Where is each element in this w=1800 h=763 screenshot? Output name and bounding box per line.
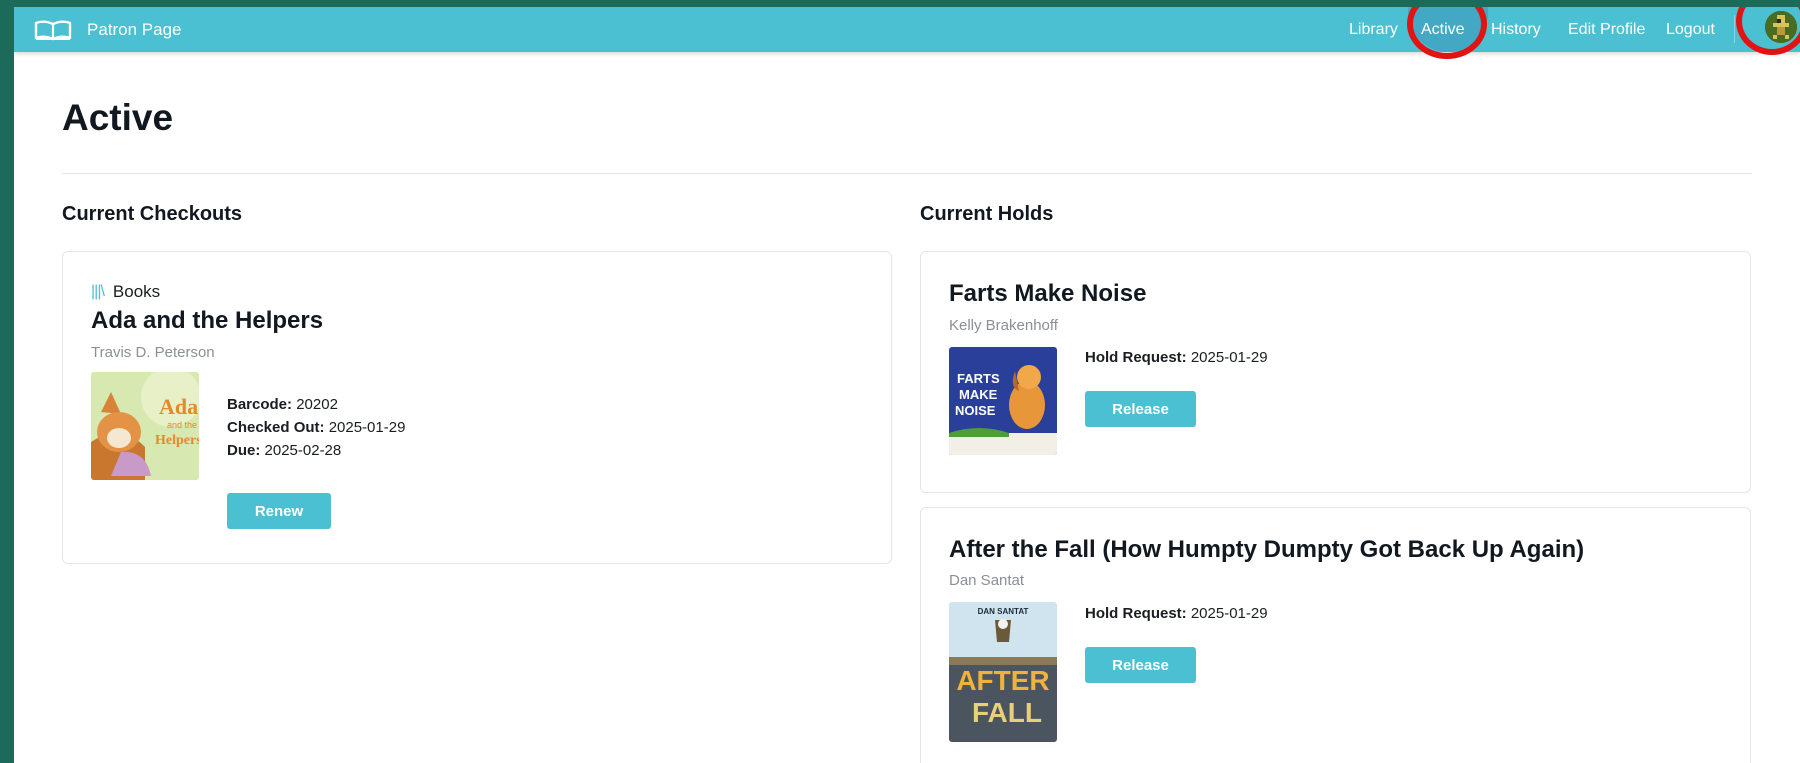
svg-text:FARTS: FARTS — [957, 371, 1000, 386]
hold-request-value: 2025-01-29 — [1190, 605, 1268, 622]
nav-library-link[interactable]: Library — [1349, 21, 1398, 39]
checkout-book-title[interactable]: Ada and the Helpers — [91, 307, 323, 335]
nav-active-link[interactable]: Active — [1421, 21, 1465, 39]
nav-divider — [1734, 15, 1735, 43]
svg-text:and the: and the — [167, 420, 197, 430]
brand[interactable]: Patron Page — [34, 15, 182, 45]
hold-card: Farts Make Noise Kelly Brakenhoff FARTS … — [920, 251, 1751, 493]
hold-book-author: Dan Santat — [949, 572, 1025, 589]
books-icon: |||\ — [91, 283, 105, 300]
nav-logout-link[interactable]: Logout — [1666, 21, 1715, 39]
top-navbar: Patron Page Library Active History Edit … — [14, 7, 1800, 52]
header-divider — [62, 173, 1752, 174]
hold-book-author: Kelly Brakenhoff — [949, 317, 1058, 334]
svg-text:NOISE: NOISE — [955, 403, 996, 418]
hold-request-label: Hold Request: — [1085, 605, 1187, 622]
hold-book-title[interactable]: After the Fall (How Humpty Dumpty Got Ba… — [949, 536, 1584, 564]
page-title: Active — [62, 97, 174, 138]
checked-out-label: Checked Out: — [227, 419, 325, 436]
checked-out-value: 2025-01-29 — [328, 419, 406, 436]
svg-text:Helpers: Helpers — [155, 433, 199, 448]
barcode-value: 20202 — [296, 396, 338, 413]
cover-art-farts: FARTS MAKE NOISE — [949, 347, 1057, 455]
open-book-icon — [34, 20, 72, 41]
svg-text:MAKE: MAKE — [959, 387, 998, 402]
brand-title: Patron Page — [87, 20, 182, 39]
svg-text:DAN SANTAT: DAN SANTAT — [978, 607, 1029, 616]
checkout-card: |||\ Books Ada and the Helpers Travis D.… — [62, 251, 892, 564]
cover-art-ada: Ada and the Helpers — [91, 372, 199, 480]
release-button[interactable]: Release — [1085, 391, 1196, 427]
nav-edit-profile-link[interactable]: Edit Profile — [1568, 21, 1645, 39]
due-value: 2025-02-28 — [264, 442, 342, 459]
renew-button[interactable]: Renew — [227, 493, 331, 529]
checkout-book-author: Travis D. Peterson — [91, 344, 215, 361]
user-avatar[interactable] — [1765, 11, 1797, 43]
checkout-category: |||\ Books — [91, 282, 160, 302]
svg-text:Ada: Ada — [159, 394, 198, 419]
hold-book-title[interactable]: Farts Make Noise — [949, 280, 1146, 308]
pixel-avatar-icon — [1765, 11, 1797, 43]
svg-text:FALL: FALL — [972, 697, 1042, 728]
checkout-details: Barcode: 20202 Checked Out: 2025-01-29 D… — [227, 393, 405, 462]
hold-details: Hold Request: 2025-01-29 — [1085, 346, 1268, 369]
svg-text:AFTER: AFTER — [956, 665, 1049, 696]
book-cover-farts[interactable]: FARTS MAKE NOISE — [949, 347, 1057, 455]
hold-request-label: Hold Request: — [1085, 349, 1187, 366]
due-label: Due: — [227, 442, 261, 459]
nav-history-link[interactable]: History — [1491, 21, 1541, 39]
cover-art-after-the-fall: DAN SANTAT AFTER FALL — [949, 602, 1057, 742]
barcode-label: Barcode: — [227, 396, 293, 413]
checkouts-heading: Current Checkouts — [62, 203, 243, 225]
hold-card: After the Fall (How Humpty Dumpty Got Ba… — [920, 507, 1751, 763]
category-label: Books — [112, 282, 161, 301]
book-cover-after-the-fall[interactable]: DAN SANTAT AFTER FALL — [949, 602, 1057, 742]
hold-details: Hold Request: 2025-01-29 — [1085, 602, 1268, 625]
holds-heading: Current Holds — [920, 203, 1054, 225]
hold-request-value: 2025-01-29 — [1190, 349, 1268, 366]
app-frame: Patron Page Library Active History Edit … — [14, 7, 1800, 763]
book-cover-ada[interactable]: Ada and the Helpers — [91, 372, 199, 480]
release-button[interactable]: Release — [1085, 647, 1196, 683]
